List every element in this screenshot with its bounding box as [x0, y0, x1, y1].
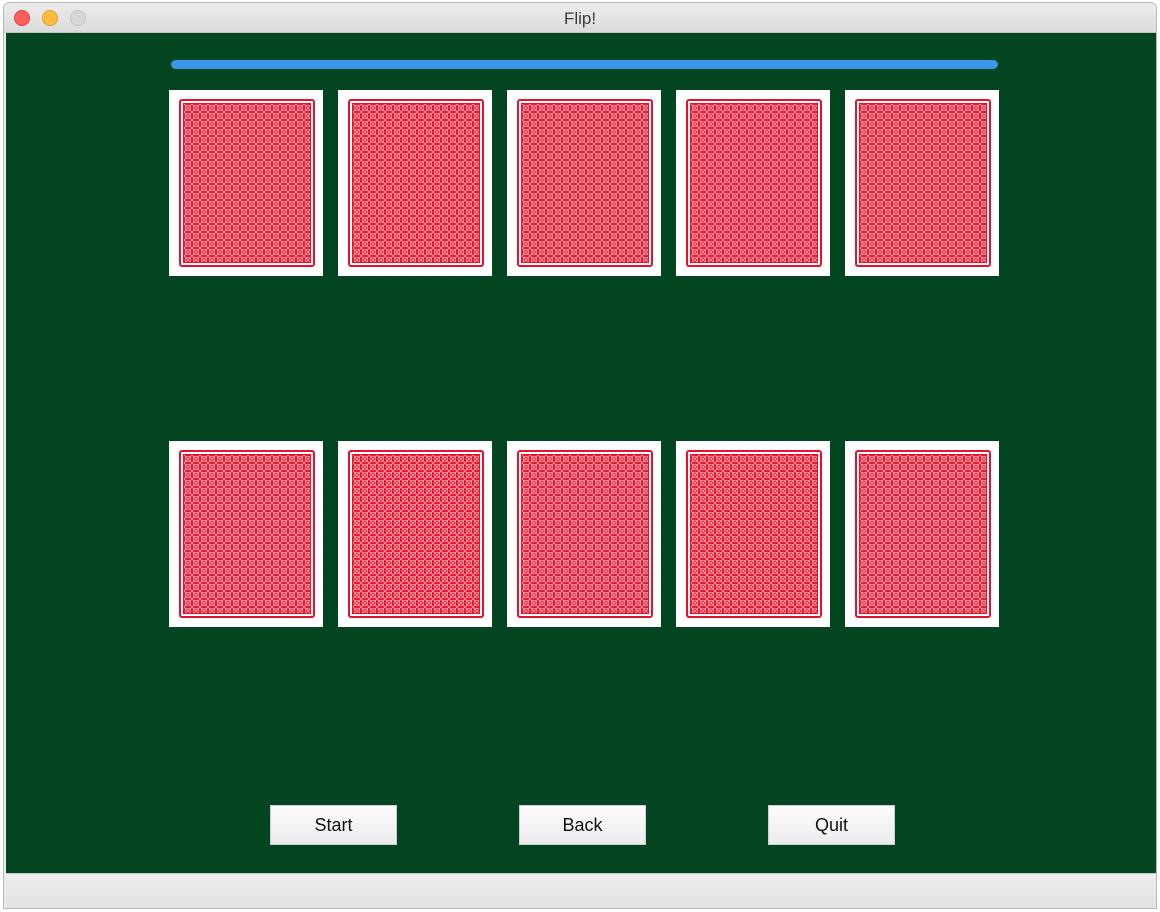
card-r1-c2[interactable] [338, 90, 492, 276]
card-r2-c2[interactable] [338, 441, 492, 627]
card-r1-c4[interactable] [676, 90, 830, 276]
card-back [686, 450, 822, 618]
card-back [179, 450, 315, 618]
back-button[interactable]: Back [519, 805, 646, 845]
card-back-pattern [690, 454, 818, 614]
card-back [348, 99, 484, 267]
progress-bar [171, 60, 998, 69]
card-back [517, 450, 653, 618]
quit-button[interactable]: Quit [768, 805, 895, 845]
card-back-pattern [521, 103, 649, 263]
card-back-pattern [183, 103, 311, 263]
card-r2-c4[interactable] [676, 441, 830, 627]
card-r1-c3[interactable] [507, 90, 661, 276]
card-back-pattern [690, 103, 818, 263]
card-back-pattern [183, 454, 311, 614]
title-bar: Flip! [4, 3, 1156, 33]
status-bar [6, 873, 1156, 908]
card-back [348, 450, 484, 618]
card-r2-c3[interactable] [507, 441, 661, 627]
card-r2-c5[interactable] [845, 441, 999, 627]
window-title: Flip! [563, 9, 597, 28]
card-back-pattern [859, 103, 987, 263]
start-button[interactable]: Start [270, 805, 397, 845]
progress-fill [171, 60, 998, 69]
card-back [686, 99, 822, 267]
app-window: Flip! Start Back Quit [3, 2, 1157, 909]
card-back [179, 99, 315, 267]
card-back [855, 99, 991, 267]
card-back-pattern [859, 454, 987, 614]
card-r1-c5[interactable] [845, 90, 999, 276]
card-r1-c1[interactable] [169, 90, 323, 276]
card-back-pattern [352, 454, 480, 614]
card-back [517, 99, 653, 267]
card-back-pattern [521, 454, 649, 614]
card-r2-c1[interactable] [169, 441, 323, 627]
card-back-pattern [352, 103, 480, 263]
card-back [855, 450, 991, 618]
game-table: Start Back Quit [6, 33, 1156, 873]
